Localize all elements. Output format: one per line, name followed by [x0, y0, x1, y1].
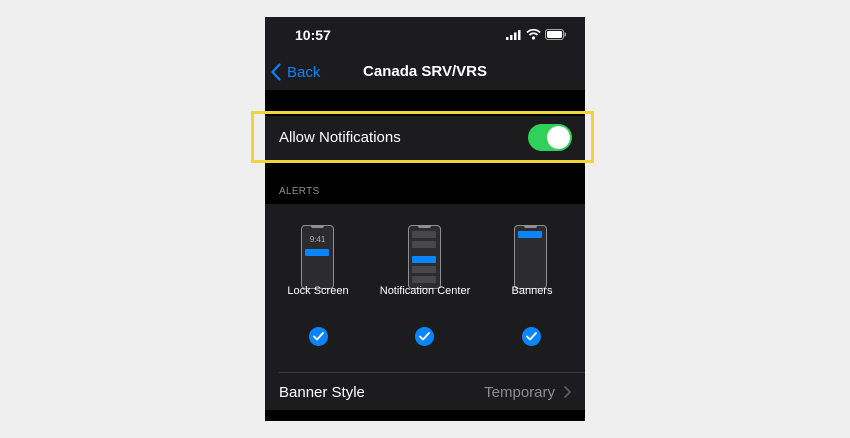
status-time: 10:57: [295, 27, 331, 43]
notification-center-preview-icon: [408, 225, 441, 289]
alert-option-notification-center[interactable]: Notification Center: [365, 204, 485, 354]
allow-notifications-label: Allow Notifications: [279, 129, 401, 146]
status-bar: 10:57: [265, 17, 585, 53]
banners-preview-icon: [514, 225, 547, 289]
page-title: Canada SRV/VRS: [363, 63, 487, 80]
notification-bar: [518, 231, 542, 238]
alerts-section-header: ALERTS: [279, 186, 320, 197]
notification-center-label: Notification Center: [379, 285, 471, 297]
navigation-bar: Back Canada SRV/VRS: [265, 53, 585, 90]
notification-bar: [412, 266, 436, 273]
notch: [311, 225, 324, 228]
wifi-icon: [526, 28, 541, 40]
alert-option-banners[interactable]: Banners: [472, 204, 585, 354]
notch: [524, 225, 537, 228]
lock-screen-preview-icon: 9:41: [301, 225, 334, 289]
banner-style-row[interactable]: Banner Style Temporary: [265, 373, 585, 410]
notification-bar: [412, 241, 436, 248]
notification-bar: [412, 276, 436, 283]
battery-icon: [545, 29, 566, 40]
notch: [418, 225, 431, 228]
notification-bar: [412, 231, 436, 238]
lock-screen-time: 9:41: [309, 235, 326, 244]
banners-checkmark-icon[interactable]: [522, 327, 541, 346]
notification-bar: [305, 249, 329, 256]
lock-screen-checkmark-icon[interactable]: [309, 327, 328, 346]
allow-notifications-toggle[interactable]: [528, 124, 572, 151]
banner-style-label: Banner Style: [279, 384, 365, 401]
notification-center-checkmark-icon[interactable]: [415, 327, 434, 346]
notification-bar: [412, 256, 436, 263]
banner-style-value: Temporary: [484, 384, 555, 401]
cellular-signal-icon: [506, 30, 521, 40]
allow-notifications-row: Allow Notifications: [265, 116, 585, 160]
toggle-knob: [547, 126, 570, 149]
alert-option-lock-screen[interactable]: 9:41 Lock Screen: [265, 204, 378, 354]
chevron-right-icon: [564, 386, 571, 398]
phone-screen: 10:57 Back Canada SRV/VRS Allow Notifica…: [265, 17, 585, 421]
lock-screen-label: Lock Screen: [287, 285, 349, 297]
banners-label: Banners: [511, 285, 553, 297]
alerts-panel: 9:41 Lock Screen Notification Center Ban…: [265, 204, 585, 410]
